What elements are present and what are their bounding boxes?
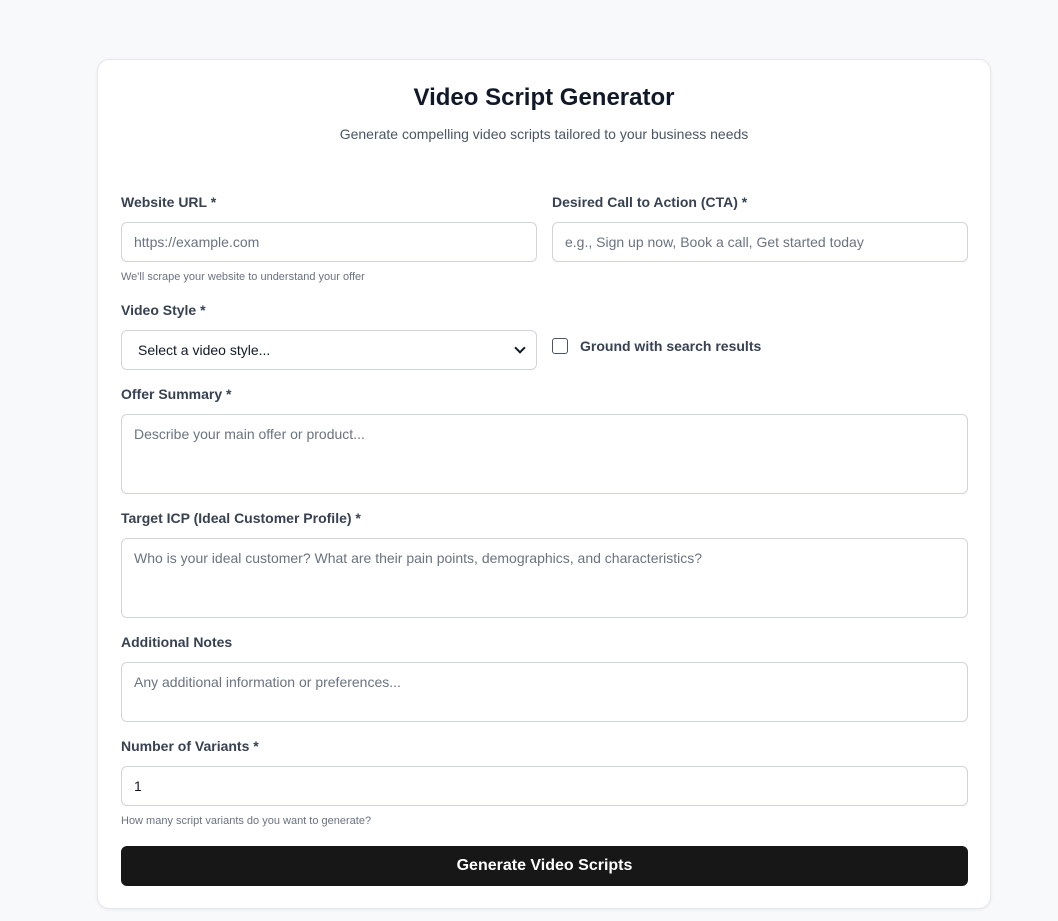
page-title: Video Script Generator xyxy=(413,84,675,111)
ground-search-checkbox[interactable] xyxy=(552,338,568,354)
generate-button[interactable]: Generate Video Scripts xyxy=(121,846,968,886)
target-icp-label: Target ICP (Ideal Customer Profile) * xyxy=(121,510,361,526)
cta-input[interactable] xyxy=(552,222,968,262)
website-url-label: Website URL * xyxy=(121,194,217,210)
offer-summary-textarea[interactable] xyxy=(121,414,968,494)
video-style-selected: Select a video style... xyxy=(138,342,271,358)
form-card: Video Script Generator Generate compelli… xyxy=(97,59,991,909)
website-url-input[interactable] xyxy=(121,222,537,262)
chevron-down-icon xyxy=(514,342,526,354)
video-style-select[interactable]: Select a video style... xyxy=(121,330,537,370)
additional-notes-textarea[interactable] xyxy=(121,662,968,722)
ground-search-option[interactable]: Ground with search results xyxy=(552,338,761,354)
target-icp-textarea[interactable] xyxy=(121,538,968,618)
variants-label: Number of Variants * xyxy=(121,738,259,754)
website-url-hint: We'll scrape your website to understand … xyxy=(121,271,365,283)
variants-hint: How many script variants do you want to … xyxy=(121,815,372,827)
offer-summary-label: Offer Summary * xyxy=(121,386,232,402)
cta-label: Desired Call to Action (CTA) * xyxy=(552,194,748,210)
video-style-label: Video Style * xyxy=(121,302,206,318)
variants-input[interactable] xyxy=(121,766,968,806)
additional-notes-label: Additional Notes xyxy=(121,634,233,650)
ground-search-label: Ground with search results xyxy=(580,338,762,354)
page-subtitle: Generate compelling video scripts tailor… xyxy=(339,126,749,142)
